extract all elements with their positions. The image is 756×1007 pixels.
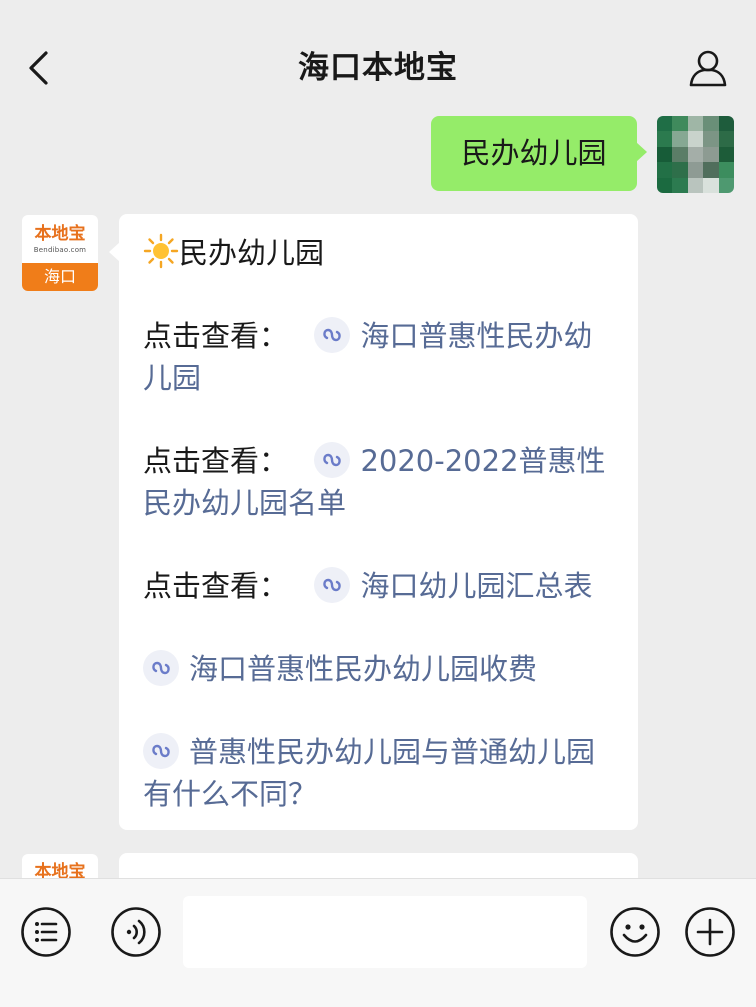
message-item: 点击查看： 2020-2022普惠性民办幼儿园名单 [143, 440, 616, 524]
message-item: 普惠性民办幼儿园与普通幼儿园有什么不同？ [143, 731, 616, 815]
bendibao-logo-text: 本地宝 [34, 224, 86, 244]
bendibao-domain-text: Bendibao.com [33, 246, 87, 254]
voice-icon [111, 907, 161, 957]
message-input[interactable] [183, 896, 587, 968]
bot-avatar-city: 海口 [22, 263, 98, 291]
mini-program-link-icon [143, 733, 179, 769]
emoji-button[interactable] [609, 906, 661, 958]
item-prefix: 点击查看： [143, 444, 289, 478]
mini-program-link-icon [314, 567, 351, 603]
sun-icon [143, 233, 179, 269]
mini-program-link-icon [314, 442, 351, 478]
item-prefix: 点击查看： [143, 319, 289, 353]
plus-icon [685, 907, 735, 957]
link-text[interactable]: 海口幼儿园汇总表 [360, 569, 592, 603]
item-prefix: 点击查看： [143, 569, 289, 603]
user-message-text: 民办幼儿园 [461, 136, 607, 170]
link-text[interactable]: 普惠性民办幼儿园与普通幼儿园有什么不同？ [143, 735, 595, 811]
person-icon [689, 50, 727, 87]
mini-program-link-icon [143, 650, 179, 686]
link-text[interactable]: 海口普惠性民办幼儿园收费 [189, 652, 537, 686]
message-item: 点击查看： 海口幼儿园汇总表 [143, 565, 616, 607]
menu-button[interactable] [20, 906, 72, 958]
bot-message-bubble: 民办幼儿园 点击查看： 海口普惠性民办幼儿园 点击查看： 2020-2022普惠… [109, 214, 638, 830]
mini-program-link-icon [314, 317, 351, 353]
bottom-safe-area [0, 988, 756, 1007]
message-item: 海口普惠性民办幼儿园收费 [143, 648, 616, 690]
chat-header: 海口本地宝 [0, 0, 756, 110]
list-menu-icon [21, 907, 71, 957]
profile-button[interactable] [686, 46, 730, 90]
emoji-icon [610, 907, 660, 957]
voice-button[interactable] [110, 906, 162, 958]
chat-title: 海口本地宝 [298, 50, 458, 86]
message-item: 点击查看： 海口普惠性民办幼儿园 [143, 315, 616, 399]
bot-avatar[interactable]: 本地宝 Bendibao.com 海口 [22, 215, 98, 291]
user-message-bubble[interactable]: 民办幼儿园 [431, 116, 647, 191]
message-title: 民办幼儿园 [179, 236, 325, 270]
user-avatar[interactable] [657, 116, 734, 193]
message-title-row: 民办幼儿园 [143, 232, 616, 274]
more-button[interactable] [684, 906, 736, 958]
